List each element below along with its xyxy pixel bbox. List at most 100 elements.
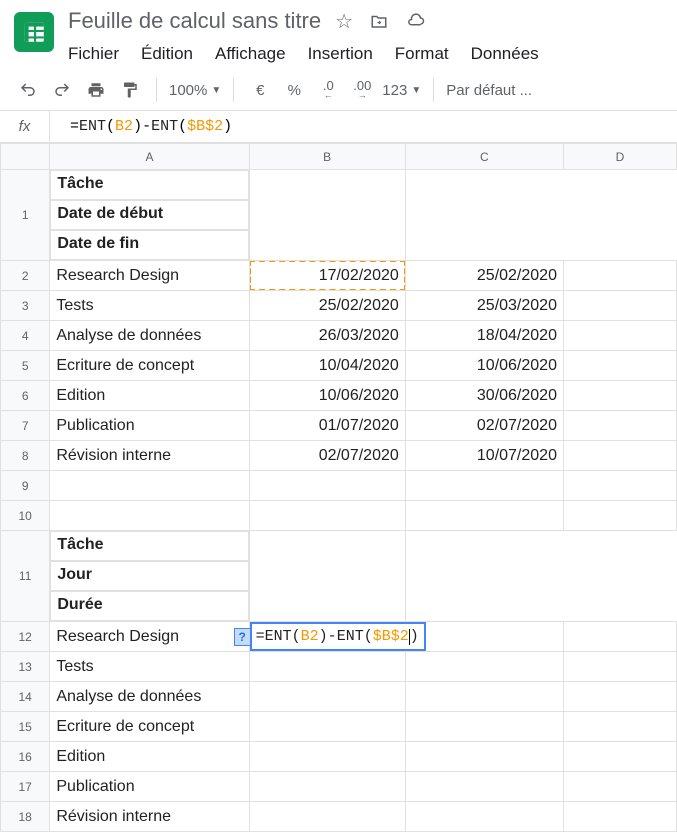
spreadsheet-grid[interactable]: A B C D 1TâcheDate de débutDate de fin2R… <box>0 143 677 832</box>
cell[interactable] <box>249 531 405 622</box>
column-header-c[interactable]: C <box>405 144 563 170</box>
move-icon[interactable] <box>369 9 389 34</box>
cell[interactable] <box>249 501 405 531</box>
row-header[interactable]: 5 <box>1 351 50 381</box>
cell[interactable]: 17/02/2020 <box>249 261 405 291</box>
undo-button[interactable] <box>14 76 42 104</box>
cell[interactable] <box>405 772 563 802</box>
cell[interactable] <box>50 501 249 531</box>
cell[interactable]: 02/07/2020 <box>249 441 405 471</box>
cell[interactable] <box>563 321 676 351</box>
cell[interactable] <box>563 381 676 411</box>
cell[interactable] <box>50 471 249 501</box>
star-icon[interactable]: ☆ <box>335 9 353 34</box>
cell[interactable] <box>563 802 676 832</box>
formula-help-badge[interactable]: ? <box>234 628 250 646</box>
row-header[interactable]: 3 <box>1 291 50 321</box>
cell[interactable] <box>563 411 676 441</box>
document-title[interactable]: Feuille de calcul sans titre <box>68 8 321 34</box>
row-header[interactable]: 12 <box>1 622 50 652</box>
cell[interactable]: Publication <box>50 772 249 802</box>
cell[interactable] <box>249 652 405 682</box>
row-header[interactable]: 6 <box>1 381 50 411</box>
cell[interactable] <box>249 772 405 802</box>
cell[interactable] <box>563 501 676 531</box>
select-all-corner[interactable] <box>1 144 50 170</box>
cell[interactable]: 26/03/2020 <box>249 321 405 351</box>
cell[interactable] <box>563 742 676 772</box>
cell[interactable]: ?=ENT(B2)-ENT($B$2) <box>249 622 405 652</box>
row-header[interactable]: 14 <box>1 682 50 712</box>
row-header[interactable]: 1 <box>1 170 50 261</box>
cell[interactable]: Analyse de données <box>50 682 249 712</box>
column-header-d[interactable]: D <box>563 144 676 170</box>
cell[interactable]: 10/06/2020 <box>405 351 563 381</box>
cell[interactable]: Révision interne <box>50 802 249 832</box>
cell[interactable]: Tests <box>50 652 249 682</box>
cell[interactable]: Edition <box>50 381 249 411</box>
cell[interactable]: 25/02/2020 <box>249 291 405 321</box>
cell[interactable] <box>405 682 563 712</box>
menu-view[interactable]: Affichage <box>215 44 286 64</box>
cell[interactable] <box>405 501 563 531</box>
paint-format-button[interactable] <box>116 76 144 104</box>
row-header[interactable]: 2 <box>1 261 50 291</box>
cell[interactable] <box>563 682 676 712</box>
cell-editor[interactable]: =ENT(B2)-ENT($B$2) <box>250 622 426 651</box>
percent-button[interactable]: % <box>280 76 308 104</box>
cell[interactable]: 10/07/2020 <box>405 441 563 471</box>
formula-input[interactable]: =ENT(B2)-ENT($B$2) <box>50 118 232 135</box>
cell[interactable] <box>563 351 676 381</box>
cell[interactable]: 18/04/2020 <box>405 321 563 351</box>
cell[interactable] <box>405 622 563 652</box>
decrease-decimal-button[interactable]: .0← <box>314 76 342 104</box>
cell[interactable] <box>563 712 676 742</box>
cell[interactable] <box>249 802 405 832</box>
cell[interactable]: 30/06/2020 <box>405 381 563 411</box>
menu-file[interactable]: Fichier <box>68 44 119 64</box>
row-header[interactable]: 10 <box>1 501 50 531</box>
cell[interactable]: Research Design <box>50 261 249 291</box>
column-header-b[interactable]: B <box>249 144 405 170</box>
print-button[interactable] <box>82 76 110 104</box>
cell[interactable]: 01/07/2020 <box>249 411 405 441</box>
cell[interactable]: 10/04/2020 <box>249 351 405 381</box>
increase-decimal-button[interactable]: .00→ <box>348 76 376 104</box>
cell[interactable]: 10/06/2020 <box>249 381 405 411</box>
cell[interactable]: Date de début <box>50 200 248 230</box>
column-header-a[interactable]: A <box>50 144 249 170</box>
row-header[interactable]: 11 <box>1 531 50 622</box>
cell[interactable] <box>405 742 563 772</box>
fx-label[interactable]: fx <box>0 111 50 142</box>
cell[interactable] <box>563 441 676 471</box>
cell[interactable] <box>249 712 405 742</box>
row-header[interactable]: 18 <box>1 802 50 832</box>
cell[interactable]: Date de fin <box>50 230 248 260</box>
number-format-select[interactable]: 123 ▼ <box>382 82 421 99</box>
cell[interactable]: Révision interne <box>50 441 249 471</box>
row-header[interactable]: 4 <box>1 321 50 351</box>
cell[interactable]: Edition <box>50 742 249 772</box>
cell[interactable]: Ecriture de concept <box>50 712 249 742</box>
cell[interactable]: Ecriture de concept <box>50 351 249 381</box>
row-header[interactable]: 13 <box>1 652 50 682</box>
cell[interactable] <box>249 170 405 261</box>
redo-button[interactable] <box>48 76 76 104</box>
row-header[interactable]: 7 <box>1 411 50 441</box>
row-header[interactable]: 17 <box>1 772 50 802</box>
cell[interactable]: Tests <box>50 291 249 321</box>
row-header[interactable]: 16 <box>1 742 50 772</box>
cell[interactable]: 25/02/2020 <box>405 261 563 291</box>
cell[interactable] <box>563 652 676 682</box>
cell[interactable]: Publication <box>50 411 249 441</box>
cell[interactable] <box>249 682 405 712</box>
cell[interactable] <box>563 291 676 321</box>
cell[interactable]: Jour <box>50 561 248 591</box>
cell[interactable] <box>405 471 563 501</box>
cell[interactable] <box>563 261 676 291</box>
cell[interactable]: 25/03/2020 <box>405 291 563 321</box>
row-header[interactable]: 9 <box>1 471 50 501</box>
cell[interactable] <box>249 471 405 501</box>
row-header[interactable]: 8 <box>1 441 50 471</box>
sheets-logo[interactable] <box>14 12 54 52</box>
